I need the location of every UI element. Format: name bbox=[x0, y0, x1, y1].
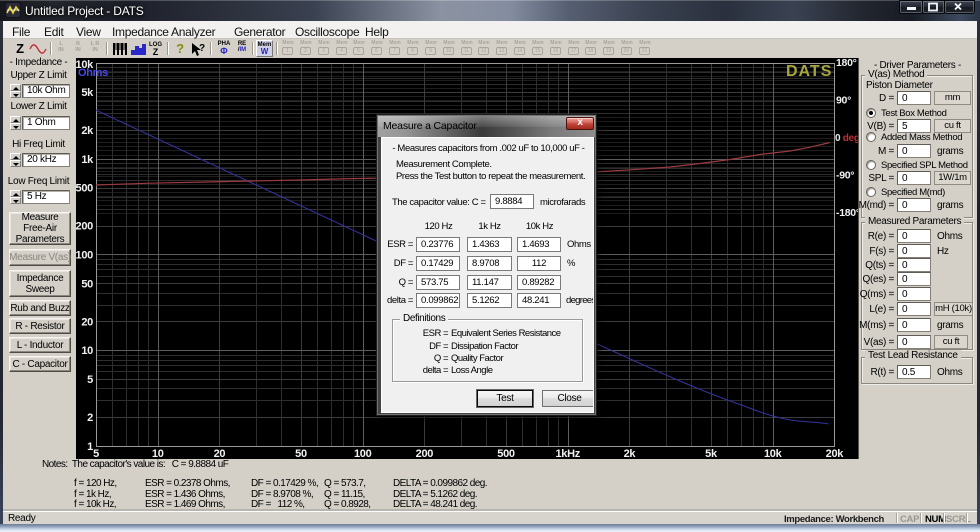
svg-text:20: 20 bbox=[81, 316, 93, 328]
svg-text:20k: 20k bbox=[826, 448, 845, 459]
svg-text:50: 50 bbox=[295, 448, 307, 459]
svg-text:500: 500 bbox=[76, 183, 93, 195]
svg-text:?: ? bbox=[199, 43, 205, 54]
svg-text:2k: 2k bbox=[624, 448, 637, 459]
svg-text:1kHz: 1kHz bbox=[555, 448, 580, 459]
svg-text:5: 5 bbox=[93, 448, 99, 459]
svg-text:10k: 10k bbox=[764, 448, 783, 459]
svg-text:200: 200 bbox=[76, 221, 93, 233]
svg-text:5: 5 bbox=[87, 374, 93, 386]
svg-text:DATS: DATS bbox=[786, 63, 832, 80]
svg-text:20: 20 bbox=[214, 448, 226, 459]
svg-text:200: 200 bbox=[416, 448, 434, 459]
svg-text:0 deg: 0 deg bbox=[835, 133, 860, 144]
svg-text:5k: 5k bbox=[705, 448, 718, 459]
svg-text:1k: 1k bbox=[81, 154, 94, 166]
svg-text:10: 10 bbox=[81, 345, 93, 357]
svg-text:5k: 5k bbox=[81, 87, 94, 99]
svg-text:2k: 2k bbox=[81, 125, 94, 137]
svg-text:180°: 180° bbox=[836, 58, 857, 69]
svg-text:100: 100 bbox=[76, 250, 93, 262]
svg-text:Ohms: Ohms bbox=[78, 67, 108, 79]
svg-text:100: 100 bbox=[354, 448, 372, 459]
svg-text:500: 500 bbox=[497, 448, 515, 459]
svg-text:50: 50 bbox=[81, 278, 93, 290]
svg-text:10: 10 bbox=[152, 448, 164, 459]
svg-text:2: 2 bbox=[87, 412, 93, 424]
